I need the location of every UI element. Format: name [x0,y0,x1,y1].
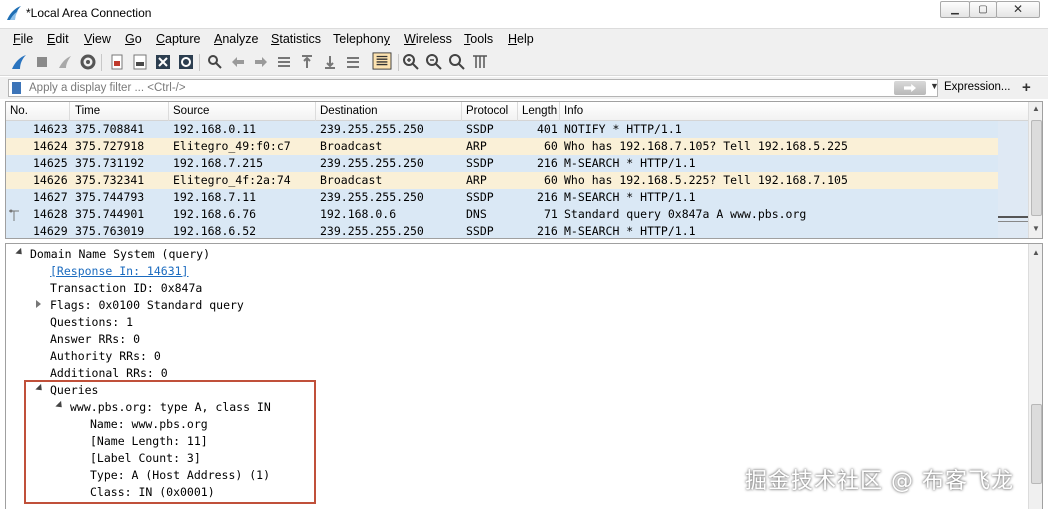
window-title: *Local Area Connection [26,6,152,20]
tree-item-dns[interactable]: Domain Name System (query) [30,247,210,261]
packet-row[interactable]: 14627 375.744793 192.168.7.11 239.255.25… [6,189,998,206]
menu-edit[interactable]: Edit [47,32,69,46]
display-filter-bar: Apply a display filter ... <Ctrl-/> ▼ Ex… [0,77,1048,99]
toolbar-separator [101,54,102,71]
find-packet-icon[interactable] [206,53,224,71]
filter-bookmark-icon[interactable] [12,82,21,94]
column-header-time[interactable]: Time [75,105,100,117]
column-divider[interactable] [315,102,316,121]
filter-placeholder: Apply a display filter ... <Ctrl-/> [29,82,186,94]
column-header-protocol[interactable]: Protocol [466,105,508,117]
column-header-length[interactable]: Length [522,105,557,117]
column-divider[interactable] [559,102,560,121]
response-in-link[interactable]: [Response In: 14631] [50,264,188,278]
menu-bar: File Edit View Go Capture Analyze Statis… [0,28,1048,50]
menu-wireless[interactable]: Wireless [404,32,452,46]
auto-scroll-icon[interactable] [344,53,362,71]
display-filter-input[interactable]: Apply a display filter ... <Ctrl-/> ▼ [8,79,939,97]
close-button[interactable]: ✕ [996,1,1040,18]
column-header-destination[interactable]: Destination [320,105,378,117]
details-scrollbar[interactable]: ▲ [1028,244,1042,509]
queries-highlight-box [24,380,316,504]
go-first-packet-icon[interactable] [298,53,316,71]
menu-statistics[interactable]: Statistics [271,32,321,46]
save-file-icon[interactable] [131,53,149,71]
packet-row[interactable]: 14623 375.708841 192.168.0.11 239.255.25… [6,121,998,138]
packet-row[interactable]: 14624 375.727918 Elitegro_49:f0:c7 Broad… [6,138,998,155]
scroll-up-icon[interactable]: ▲ [1032,248,1040,257]
close-file-icon[interactable] [154,53,172,71]
menu-view[interactable]: View [84,32,111,46]
tree-item-transaction-id[interactable]: Transaction ID: 0x847a [50,281,202,295]
go-last-packet-icon[interactable] [321,53,339,71]
title-bar: *Local Area Connection ▁ ▢ ✕ [0,0,1048,26]
resize-columns-icon[interactable] [471,53,489,71]
zoom-out-icon[interactable] [425,53,443,71]
packet-list: No. Time Source Destination Protocol Len… [5,101,1043,239]
maximize-button[interactable]: ▢ [969,1,997,18]
reload-file-icon[interactable] [177,53,195,71]
scroll-up-icon[interactable]: ▲ [1032,104,1040,113]
watermark: 掘金技术社区 @ 布客飞龙 [745,469,1014,494]
restart-capture-icon[interactable] [56,53,74,71]
start-capture-icon[interactable] [10,53,28,71]
zoom-in-icon[interactable] [402,53,420,71]
go-forward-icon[interactable] [252,53,270,71]
column-divider[interactable] [517,102,518,121]
chevron-down-icon[interactable]: ▼ [930,81,939,91]
tree-item-authority-rrs[interactable]: Authority RRs: 0 [50,349,161,363]
packet-list-scrollbar[interactable]: ▲ ▼ [1028,102,1042,238]
apply-filter-button[interactable] [894,81,926,95]
menu-tools[interactable]: Tools [464,32,493,46]
toolbar-separator [199,54,200,71]
packet-row[interactable]: 14629 375.763019 192.168.6.52 239.255.25… [6,223,998,238]
tree-item-questions[interactable]: Questions: 1 [50,315,133,329]
packet-list-header: No. Time Source Destination Protocol Len… [6,102,1028,121]
tree-item-flags[interactable]: Flags: 0x0100 Standard query [50,298,244,312]
menu-telephony[interactable]: Telephony [333,32,390,46]
wireshark-fin-icon [7,6,21,20]
expanded-arrow-icon[interactable] [15,247,25,258]
column-divider[interactable] [168,102,169,121]
collapsed-arrow-icon[interactable] [36,300,41,308]
menu-analyze[interactable]: Analyze [214,32,258,46]
colorize-icon[interactable] [371,52,393,70]
zoom-normal-icon[interactable] [448,53,466,71]
menu-file[interactable]: File [13,32,33,46]
scroll-down-icon[interactable]: ▼ [1032,224,1040,233]
go-to-packet-icon[interactable] [275,53,293,71]
stop-capture-icon[interactable] [33,53,51,71]
arrow-right-icon [904,84,916,92]
scrollbar-thumb[interactable] [1031,404,1042,484]
main-toolbar [0,50,1048,76]
column-header-source[interactable]: Source [173,105,209,117]
packet-row-selected[interactable]: 14628 375.744901 192.168.6.76 192.168.0.… [6,206,998,223]
column-header-info[interactable]: Info [564,105,583,117]
column-divider[interactable] [69,102,70,121]
tree-item-answer-rrs[interactable]: Answer RRs: 0 [50,332,140,346]
packet-minimap[interactable] [998,121,1028,238]
column-header-no[interactable]: No. [10,105,28,117]
column-divider[interactable] [461,102,462,121]
expression-button[interactable]: Expression... [944,81,1010,93]
menu-capture[interactable]: Capture [156,32,200,46]
tree-item-additional-rrs[interactable]: Additional RRs: 0 [50,366,168,380]
packet-row[interactable]: 14626 375.732341 Elitegro_4f:2a:74 Broad… [6,172,998,189]
open-file-icon[interactable] [108,53,126,71]
packet-row[interactable]: 14625 375.731192 192.168.7.215 239.255.2… [6,155,998,172]
minimize-button[interactable]: ▁ [940,1,970,18]
related-packet-icon [9,209,19,221]
menu-go[interactable]: Go [125,32,142,46]
scrollbar-thumb[interactable] [1031,120,1042,216]
add-filter-button[interactable]: + [1022,79,1031,96]
go-back-icon[interactable] [229,53,247,71]
toolbar-separator [398,54,399,71]
menu-help[interactable]: Help [508,32,534,46]
capture-options-icon[interactable] [79,53,97,71]
